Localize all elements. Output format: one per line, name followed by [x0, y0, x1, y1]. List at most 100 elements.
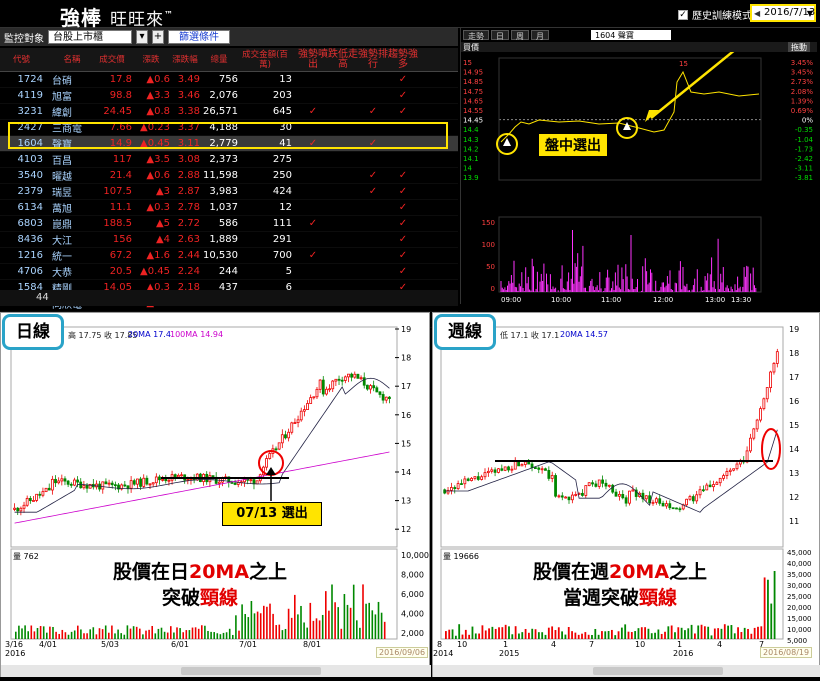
daily-vol-bar	[114, 633, 116, 639]
table-row[interactable]: 1216 統一 67.2 ▲1.6 2.44 10,530 700 ✓ ✓	[0, 248, 458, 264]
column-header-4[interactable]: 漲跌幅	[170, 55, 200, 65]
daily-vol-bar	[104, 625, 107, 639]
column-header-9[interactable]: 強勢排行	[358, 49, 388, 70]
column-header-3[interactable]: 漲跌	[132, 55, 170, 65]
tab-trend[interactable]: 走勢	[463, 30, 489, 41]
time-tick-label: 12:00	[653, 296, 673, 304]
column-header-0[interactable]: 代號	[0, 55, 46, 65]
weekly-vol-bar	[451, 629, 454, 639]
table-row[interactable]: 3231 緯創 24.45 ▲0.8 3.38 26,571 645 ✓ ✓ ✓	[0, 104, 458, 120]
daily-candle-body	[176, 474, 180, 478]
tab-month[interactable]: 月	[531, 30, 549, 41]
table-row[interactable]: 1724 台硝 17.8 ▲0.6 3.49 756 13 ✓	[0, 72, 458, 88]
daily-vol-bar	[21, 628, 23, 639]
daily-vol-bar	[225, 632, 228, 639]
daily-vol-bar	[15, 631, 17, 639]
cell-vol: 244	[218, 266, 238, 277]
weekly-svg: 191817161514131211量 19666 45,00040,00035,…	[433, 325, 820, 677]
pct-tick-label: -2.42	[795, 155, 813, 163]
daily-candle-body	[280, 434, 284, 444]
table-row[interactable]: 3540 曜越 21.4 ▲0.6 2.88 11,598 250 ✓ ✓	[0, 168, 458, 184]
weekly-candle-body	[591, 482, 594, 485]
cell-amt: 275	[272, 154, 292, 165]
daily-candle-body	[47, 487, 51, 491]
table-row[interactable]: 4103 百昌 117 ▲3.5 3.08 2,373 275	[0, 152, 458, 168]
cell-name: 台硝	[52, 76, 72, 87]
weekly-y-tick: 18	[789, 349, 799, 358]
daily-x-tick: 8/01	[303, 640, 321, 649]
tab-week[interactable]: 周	[511, 30, 529, 41]
market-select[interactable]: 台股上市櫃	[48, 30, 132, 44]
daily-vol-bar	[197, 628, 200, 639]
table-row[interactable]: 4706 大恭 20.5 ▲0.45 2.24 244 5 ✓	[0, 264, 458, 280]
weekly-vol-bar	[730, 625, 733, 639]
weekly-vol-bar	[640, 627, 643, 639]
table-row[interactable]: 4119 旭富 98.8 ▲3.3 3.46 2,076 203 ✓	[0, 88, 458, 104]
weekly-candle-body	[762, 398, 766, 410]
daily-vol-bar	[343, 594, 346, 639]
chevron-down-icon[interactable]: ▼	[807, 7, 813, 21]
cell-name: 大江	[52, 236, 72, 247]
daily-headline-2: 突破頸線	[161, 587, 239, 609]
price-tick-label: 14.65	[463, 97, 483, 105]
daily-candle-body	[69, 483, 73, 486]
column-header-1[interactable]: 名稱	[46, 55, 92, 65]
weekly-vol-tick: 10,000	[787, 626, 812, 634]
weekly-candle-body	[651, 501, 655, 504]
stock-select[interactable]: 1604 聲寶	[591, 30, 671, 40]
cell-name: 旭富	[52, 92, 72, 103]
daily-ma20: 20MA 17.4	[128, 330, 171, 339]
weekly-vol-bar	[501, 627, 504, 639]
prev-date-icon[interactable]: ◀	[754, 7, 760, 21]
column-header-7[interactable]: 強勢噴出	[298, 49, 328, 70]
add-icon[interactable]: +	[152, 30, 164, 44]
cell-price: 24.45	[103, 106, 132, 117]
daily-vol-bar	[380, 612, 383, 639]
weekly-candle-body	[544, 468, 547, 471]
daily-vol-tick: 8,000	[401, 571, 424, 580]
column-header-2[interactable]: 成交價	[92, 55, 132, 65]
weekly-candle-body	[725, 471, 729, 477]
filter-button[interactable]: 篩選條件	[168, 30, 230, 44]
dropdown-icon[interactable]: ▾	[136, 30, 148, 44]
weekly-vol-bar	[571, 631, 573, 639]
weekly-candle-body	[631, 489, 635, 492]
daily-vol-bar	[39, 626, 42, 639]
column-header-6[interactable]: 成交金額(百萬)	[238, 50, 298, 70]
date-select[interactable]: ◀ 2016/7/13 ▼	[750, 4, 816, 22]
cell-price: 117	[112, 154, 132, 165]
daily-candle-body	[73, 479, 76, 486]
weekly-vol-bar	[478, 633, 480, 639]
column-header-10[interactable]: 趨勢強多	[388, 49, 418, 70]
daily-vol-bar	[126, 625, 129, 639]
daily-candle-body	[44, 487, 48, 493]
weekly-candle-body	[759, 408, 762, 421]
cell-price: 156	[112, 234, 132, 245]
weekly-candle-body	[554, 475, 557, 497]
daily-candle-body	[107, 482, 111, 485]
weekly-x-tick: 7	[589, 640, 594, 649]
weekly-candle-body	[749, 437, 752, 452]
weekly-vol-bar	[634, 631, 637, 639]
weekly-y-tick: 12	[789, 493, 799, 502]
column-header-5[interactable]: 總量	[200, 55, 238, 65]
daily-vol-bar	[18, 625, 20, 639]
cell-price: 11.1	[109, 202, 132, 213]
table-row[interactable]: 8436 大江 156 ▲4 2.63 1,889 291 ✓	[0, 232, 458, 248]
table-row[interactable]: 2379 瑞昱 107.5 ▲3 2.87 3,983 424 ✓ ✓	[0, 184, 458, 200]
vol-tick-label: 150	[482, 219, 495, 227]
weekly-candle-body	[503, 466, 507, 471]
weekly-candle-body	[718, 477, 722, 484]
daily-y-tick: 15	[401, 439, 411, 448]
weekly-x-tick-year: 2016	[673, 649, 693, 658]
column-header-8[interactable]: 跌低走高	[328, 49, 358, 70]
history-mode[interactable]: ✓ 歷史訓練模式	[678, 7, 752, 22]
tab-day[interactable]: 日	[491, 30, 509, 41]
daily-candle-body	[164, 478, 168, 482]
history-checkbox[interactable]: ✓	[678, 9, 688, 20]
table-row[interactable]: 6134 萬旭 11.1 ▲0.3 2.78 1,037 12 ✓	[0, 200, 458, 216]
weekly-candle-body	[769, 371, 773, 388]
table-row[interactable]: 6803 崑鼎 188.5 ▲5 2.72 586 111 ✓ ✓	[0, 216, 458, 232]
weekly-vol-bar	[534, 629, 537, 639]
daily-vol-tick: 2,000	[401, 629, 424, 638]
